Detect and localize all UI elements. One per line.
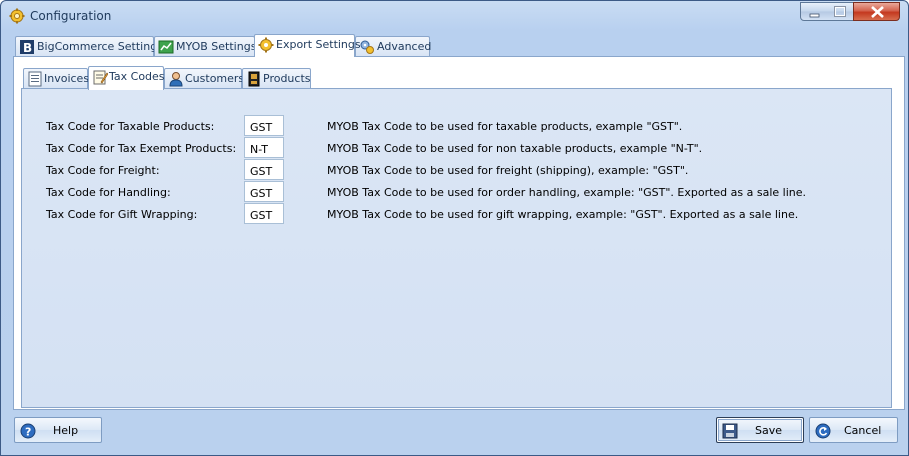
bigcommerce-icon: B	[19, 39, 35, 55]
cancel-icon	[815, 423, 831, 439]
tab-label: Tax Codes	[109, 70, 165, 83]
tax-exempt-products-label: Tax Code for Tax Exempt Products:	[46, 142, 237, 155]
maximize-icon	[834, 6, 846, 17]
save-label: Save	[755, 424, 783, 437]
minimize-icon	[809, 13, 820, 18]
tax-exempt-products-input[interactable]	[244, 137, 284, 158]
help-icon: ?	[20, 423, 36, 439]
tab-label: Invoices	[44, 72, 90, 85]
invoice-icon	[27, 71, 43, 87]
close-button[interactable]	[853, 2, 900, 21]
tax-codes-panel	[21, 88, 892, 408]
customer-icon	[168, 71, 184, 87]
tab-label: BigCommerce Settings	[37, 40, 163, 53]
freight-description: MYOB Tax Code to be used for freight (sh…	[327, 164, 689, 177]
tab-advanced[interactable]: Advanced	[355, 36, 432, 57]
svg-text:?: ?	[25, 426, 31, 439]
tab-label: Customers	[185, 72, 245, 85]
tab-label: MYOB Settings	[176, 40, 257, 53]
close-icon	[871, 6, 884, 18]
tab-bigcommerce-settings[interactable]: B BigCommerce Settings	[15, 36, 163, 57]
gears-icon	[359, 39, 375, 55]
products-icon	[246, 71, 262, 87]
tab-export-settings[interactable]: Export Settings	[254, 34, 361, 57]
tab-label: Advanced	[377, 40, 432, 53]
save-button[interactable]: Save	[716, 417, 804, 443]
help-button[interactable]: ? Help	[14, 417, 102, 443]
taxable-products-label: Tax Code for Taxable Products:	[46, 120, 215, 133]
gift-wrapping-label: Tax Code for Gift Wrapping:	[46, 208, 198, 221]
gear-app-icon	[9, 8, 25, 24]
svg-text:B: B	[23, 41, 32, 55]
tax-exempt-products-description: MYOB Tax Code to be used for non taxable…	[327, 142, 703, 155]
save-icon	[722, 423, 738, 439]
cancel-label: Cancel	[844, 424, 882, 437]
gift-wrapping-description: MYOB Tax Code to be used for gift wrappi…	[327, 208, 799, 221]
handling-input[interactable]	[244, 181, 284, 202]
help-label: Help	[53, 424, 79, 437]
window-title: Configuration	[30, 9, 112, 23]
handling-label: Tax Code for Handling:	[46, 186, 171, 199]
minimize-button[interactable]	[800, 2, 828, 21]
tab-invoices[interactable]: Invoices	[23, 68, 90, 89]
tax-codes-icon	[92, 69, 109, 85]
gear-icon	[258, 37, 274, 53]
freight-label: Tax Code for Freight:	[46, 164, 160, 177]
myob-icon	[158, 39, 174, 55]
cancel-button[interactable]: Cancel	[809, 417, 898, 443]
tab-myob-settings[interactable]: MYOB Settings	[154, 36, 257, 57]
taxable-products-description: MYOB Tax Code to be used for taxable pro…	[327, 120, 683, 133]
gift-wrapping-input[interactable]	[244, 203, 284, 224]
configuration-window: Configuration B BigCommerce Settings MYO…	[0, 0, 909, 456]
maximize-button[interactable]	[827, 2, 854, 21]
tab-products[interactable]: Products	[242, 68, 311, 89]
tab-label: Export Settings	[276, 38, 361, 51]
tab-customers[interactable]: Customers	[164, 68, 245, 89]
freight-input[interactable]	[244, 159, 284, 180]
title-bar[interactable]: Configuration	[1, 1, 908, 31]
tab-tax-codes[interactable]: Tax Codes	[88, 66, 165, 90]
handling-description: MYOB Tax Code to be used for order handl…	[327, 186, 807, 199]
taxable-products-input[interactable]	[244, 115, 284, 136]
tab-label: Products	[263, 72, 311, 85]
